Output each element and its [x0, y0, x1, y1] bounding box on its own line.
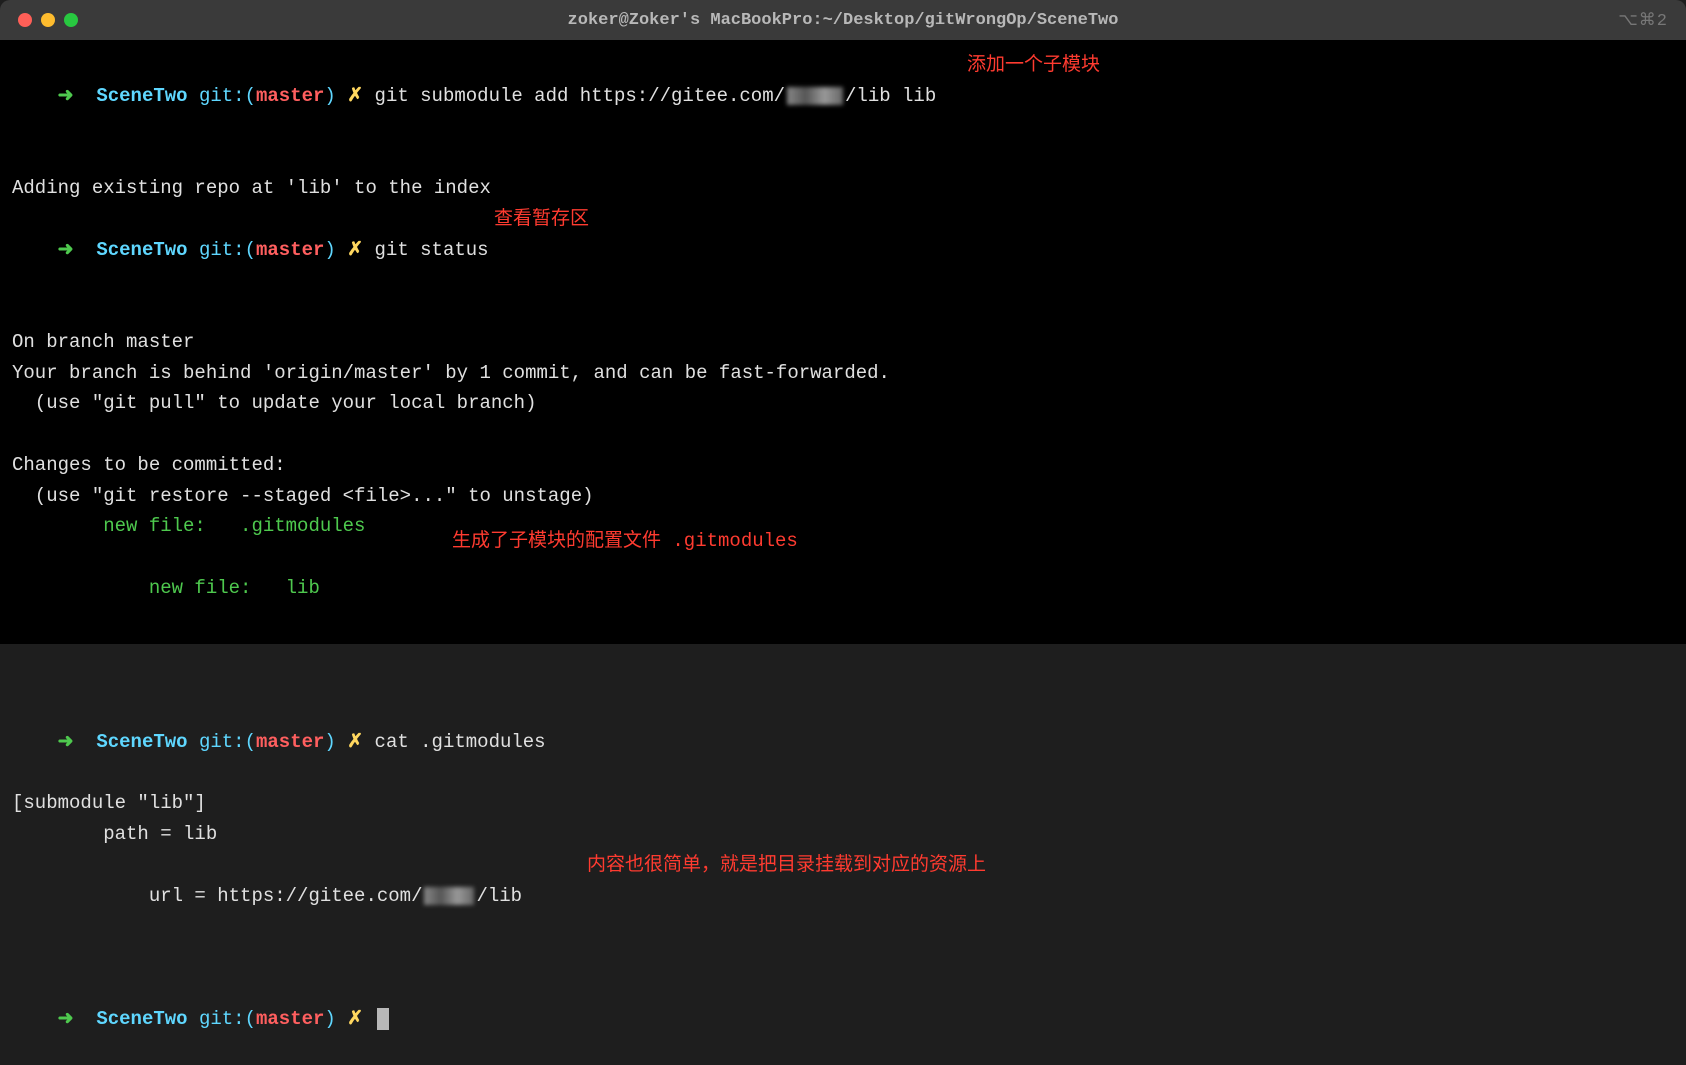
- output-line: Adding existing repo at 'lib' to the ind…: [12, 173, 1674, 204]
- prompt-arrow: ➜: [58, 1008, 74, 1030]
- annotation-3: 生成了子模块的配置文件 .gitmodules: [452, 526, 798, 557]
- command-1-part1: git submodule add https://gitee.com/: [375, 85, 785, 107]
- staged-file-line: new file: lib 生成了子模块的配置文件 .gitmodules: [12, 542, 1674, 665]
- git-prefix: git:(: [199, 1008, 256, 1030]
- staged-file: new file: lib: [58, 577, 320, 599]
- prompt-dir: SceneTwo: [96, 731, 187, 753]
- traffic-lights: [18, 13, 78, 27]
- git-branch: master: [256, 731, 324, 753]
- blank-line: [12, 665, 1674, 696]
- prompt-dir: SceneTwo: [96, 1008, 187, 1030]
- command-3: cat .gitmodules: [375, 731, 546, 753]
- git-suffix: ): [324, 731, 335, 753]
- minimize-button[interactable]: [41, 13, 55, 27]
- annotation-2: 查看暂存区: [494, 204, 589, 235]
- blank-line: [12, 419, 1674, 450]
- prompt-dir: SceneTwo: [96, 85, 187, 107]
- git-branch: master: [256, 85, 324, 107]
- git-suffix: ): [324, 85, 335, 107]
- output-line: Your branch is behind 'origin/master' by…: [12, 358, 1674, 389]
- output-line: Changes to be committed:: [12, 450, 1674, 481]
- url-part2: /lib: [476, 885, 522, 907]
- git-prefix: git:(: [199, 239, 256, 261]
- prompt-line-2: ➜ SceneTwo git:(master) ✗ git status 查看暂…: [12, 204, 1674, 327]
- prompt-line-3: ➜ SceneTwo git:(master) ✗ cat .gitmodule…: [12, 696, 1674, 788]
- redacted-text: [424, 887, 474, 905]
- maximize-button[interactable]: [64, 13, 78, 27]
- git-suffix: ): [324, 239, 335, 261]
- redacted-text: [787, 87, 843, 105]
- output-line: url = https://gitee.com/ /lib 内容也很简单，就是把目…: [12, 850, 1674, 973]
- staged-file-line: new file: .gitmodules: [12, 511, 1674, 542]
- cursor: [377, 1008, 389, 1030]
- dirty-mark: ✗: [347, 731, 363, 753]
- git-branch: master: [256, 239, 324, 261]
- close-button[interactable]: [18, 13, 32, 27]
- git-prefix: git:(: [199, 85, 256, 107]
- git-branch: master: [256, 1008, 324, 1030]
- command-1-part2: /lib lib: [845, 85, 936, 107]
- output-line: On branch master: [12, 327, 1674, 358]
- command-2: git status: [375, 239, 489, 261]
- shortcut-hint: ⌥⌘2: [1618, 10, 1668, 31]
- terminal-body[interactable]: ➜ SceneTwo git:(master) ✗ git submodule …: [0, 40, 1686, 644]
- output-line: [submodule "lib"]: [12, 788, 1674, 819]
- url-part1: url = https://gitee.com/: [58, 885, 423, 907]
- dirty-mark: ✗: [347, 1008, 363, 1030]
- git-suffix: ): [324, 1008, 335, 1030]
- output-line: path = lib: [12, 819, 1674, 850]
- prompt-line-4: ➜ SceneTwo git:(master) ✗: [12, 973, 1674, 1065]
- annotation-1: 添加一个子模块: [967, 50, 1100, 81]
- output-line: (use "git restore --staged <file>..." to…: [12, 481, 1674, 512]
- prompt-arrow: ➜: [58, 239, 74, 261]
- prompt-arrow: ➜: [58, 731, 74, 753]
- prompt-line-1: ➜ SceneTwo git:(master) ✗ git submodule …: [12, 50, 1674, 173]
- titlebar: zoker@Zoker's MacBookPro:~/Desktop/gitWr…: [0, 0, 1686, 40]
- window-title: zoker@Zoker's MacBookPro:~/Desktop/gitWr…: [568, 11, 1119, 30]
- output-line: (use "git pull" to update your local bra…: [12, 388, 1674, 419]
- prompt-arrow: ➜: [58, 85, 74, 107]
- git-prefix: git:(: [199, 731, 256, 753]
- dirty-mark: ✗: [347, 239, 363, 261]
- annotation-4: 内容也很简单，就是把目录挂载到对应的资源上: [587, 850, 986, 881]
- dirty-mark: ✗: [347, 85, 363, 107]
- prompt-dir: SceneTwo: [96, 239, 187, 261]
